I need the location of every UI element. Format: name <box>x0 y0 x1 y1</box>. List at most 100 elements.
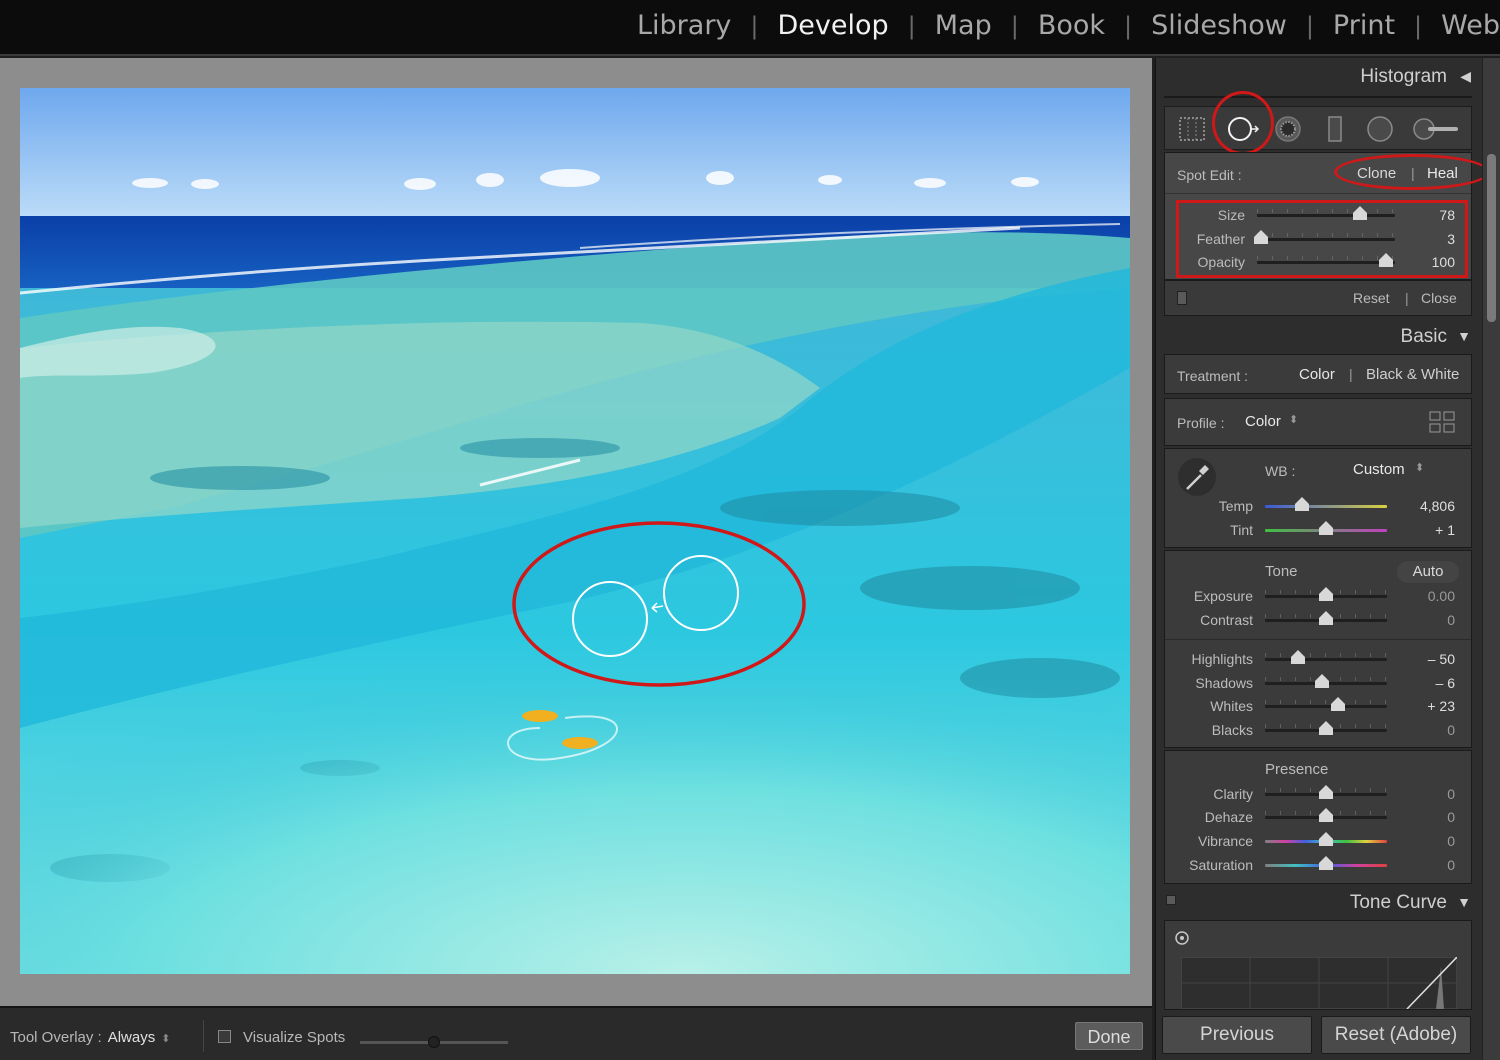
module-library[interactable]: Library <box>618 10 750 41</box>
auto-tone-button[interactable]: Auto <box>1397 561 1459 583</box>
clarity-label: Clarity <box>1213 786 1253 802</box>
panel-scrollbar[interactable] <box>1482 58 1500 1060</box>
done-button[interactable]: Done <box>1075 1022 1143 1050</box>
contrast-slider[interactable] <box>1265 611 1387 625</box>
tool-overlay-select[interactable]: Tool Overlay : Always ⬍ <box>10 1029 170 1046</box>
close-button[interactable]: Close <box>1421 290 1457 306</box>
blacks-slider-knob[interactable] <box>1319 721 1333 735</box>
slider-knob[interactable] <box>428 1036 440 1048</box>
dehaze-slider[interactable] <box>1265 808 1387 822</box>
exposure-value[interactable]: 0.00 <box>1397 588 1455 604</box>
saturation-slider-knob[interactable] <box>1319 856 1333 870</box>
updown-arrow-icon: ⬍ <box>161 1033 171 1045</box>
basic-header[interactable]: Basic ▼ <box>1156 320 1483 354</box>
contrast-slider-knob[interactable] <box>1319 611 1333 625</box>
profile-label: Profile : <box>1177 415 1225 431</box>
clarity-slider[interactable] <box>1265 785 1387 799</box>
module-picker: Library | Develop | Map | Book | Slidesh… <box>0 0 1500 56</box>
lightroom-window: Library | Develop | Map | Book | Slidesh… <box>0 0 1500 1060</box>
vibrance-slider-knob[interactable] <box>1319 832 1333 846</box>
blacks-label: Blacks <box>1211 722 1253 738</box>
vibrance-label: Vibrance <box>1197 833 1253 849</box>
photo-canvas[interactable] <box>20 88 1130 974</box>
expand-down-triangle-icon[interactable]: ▼ <box>1457 894 1471 910</box>
vibrance-slider[interactable] <box>1265 832 1387 846</box>
treatment-color-button[interactable]: Color <box>1299 366 1335 383</box>
whites-slider[interactable] <box>1265 697 1387 711</box>
target-adjustment-icon[interactable] <box>1173 929 1191 947</box>
presence-label: Presence <box>1265 761 1329 778</box>
adjustment-brush-icon[interactable] <box>1410 114 1462 144</box>
temp-value[interactable]: 4,806 <box>1397 498 1455 514</box>
saturation-label: Saturation <box>1189 857 1253 873</box>
reset-button[interactable]: Reset <box>1353 290 1390 306</box>
tone-label: Tone <box>1265 563 1298 580</box>
profile-browser-grid-icon[interactable] <box>1429 411 1455 433</box>
vibrance-value[interactable]: 0 <box>1397 833 1455 849</box>
blacks-value[interactable]: 0 <box>1397 722 1455 738</box>
module-web[interactable]: Web <box>1422 10 1500 41</box>
module-map[interactable]: Map <box>916 10 1011 41</box>
shadows-slider[interactable] <box>1265 674 1387 688</box>
temp-slider[interactable] <box>1265 497 1387 511</box>
treatment-bw-button[interactable]: Black & White <box>1366 366 1459 383</box>
shadows-value[interactable]: – 6 <box>1397 675 1455 691</box>
whites-value[interactable]: + 23 <box>1397 698 1455 714</box>
white-balance-section: WB : Custom ⬍ Temp 4,806 Tint + 1 <box>1164 448 1472 548</box>
scrollbar-thumb[interactable] <box>1487 154 1496 322</box>
graduated-filter-icon[interactable] <box>1320 114 1350 144</box>
highlights-slider[interactable] <box>1265 650 1387 664</box>
temp-slider-knob[interactable] <box>1295 497 1309 511</box>
blacks-slider[interactable] <box>1265 721 1387 735</box>
red-eye-correction-icon[interactable] <box>1273 114 1303 144</box>
module-slideshow[interactable]: Slideshow <box>1132 10 1306 41</box>
tint-value[interactable]: + 1 <box>1397 522 1455 538</box>
tool-overlay-label: Tool Overlay : <box>10 1029 102 1046</box>
toolbar-divider <box>203 1020 204 1052</box>
dehaze-value[interactable]: 0 <box>1397 809 1455 825</box>
histogram-header[interactable]: Histogram ◀ <box>1156 60 1483 94</box>
updown-arrow-icon: ⬍ <box>1415 462 1425 474</box>
contrast-value[interactable]: 0 <box>1397 612 1455 628</box>
wb-select[interactable]: Custom <box>1353 461 1405 478</box>
aerial-lagoon-photo <box>20 88 1130 974</box>
right-panel: Histogram ◀ Spot Edit: Clone | Heal Siz… <box>1155 58 1490 1060</box>
visualize-spots-checkbox[interactable] <box>218 1030 231 1043</box>
shadows-slider-knob[interactable] <box>1315 674 1329 688</box>
saturation-value[interactable]: 0 <box>1397 857 1455 873</box>
tint-slider-knob[interactable] <box>1319 521 1333 535</box>
collapse-left-triangle-icon[interactable]: ◀ <box>1460 68 1471 85</box>
crop-overlay-icon[interactable] <box>1177 114 1207 144</box>
exposure-slider-knob[interactable] <box>1319 587 1333 601</box>
visualize-spots-threshold-slider[interactable] <box>360 1036 508 1048</box>
clarity-value[interactable]: 0 <box>1397 786 1455 802</box>
module-book[interactable]: Book <box>1019 10 1124 41</box>
clarity-slider-knob[interactable] <box>1319 785 1333 799</box>
reset-adobe-button[interactable]: Reset (Adobe) <box>1321 1016 1471 1054</box>
highlights-slider-knob[interactable] <box>1291 650 1305 664</box>
tint-slider[interactable] <box>1265 521 1387 535</box>
panel-switch-icon[interactable] <box>1177 291 1187 305</box>
tint-label: Tint <box>1230 522 1253 538</box>
saturation-slider[interactable] <box>1265 856 1387 870</box>
updown-arrow-icon: ⬍ <box>1289 414 1299 426</box>
whites-slider-knob[interactable] <box>1331 697 1345 711</box>
annotation-rect-spot-sliders <box>1176 200 1468 278</box>
expand-down-triangle-icon[interactable]: ▼ <box>1457 328 1471 344</box>
dehaze-label: Dehaze <box>1204 809 1253 825</box>
divider <box>1165 639 1471 640</box>
tone-curve-header[interactable]: Tone Curve ▼ <box>1156 886 1483 920</box>
eyedropper-icon[interactable] <box>1177 457 1217 497</box>
exposure-slider[interactable] <box>1265 587 1387 601</box>
tone-curve-graph[interactable] <box>1181 957 1457 1009</box>
module-develop[interactable]: Develop <box>759 10 908 41</box>
dehaze-slider-knob[interactable] <box>1319 808 1333 822</box>
previous-button[interactable]: Previous <box>1162 1016 1312 1054</box>
module-separator: | <box>1124 11 1133 40</box>
module-print[interactable]: Print <box>1314 10 1414 41</box>
highlights-value[interactable]: – 50 <box>1397 651 1455 667</box>
module-separator: | <box>907 11 916 40</box>
radial-filter-icon[interactable] <box>1365 114 1395 144</box>
profile-select[interactable]: Color <box>1245 413 1281 430</box>
histogram-title: Histogram <box>1360 66 1447 87</box>
